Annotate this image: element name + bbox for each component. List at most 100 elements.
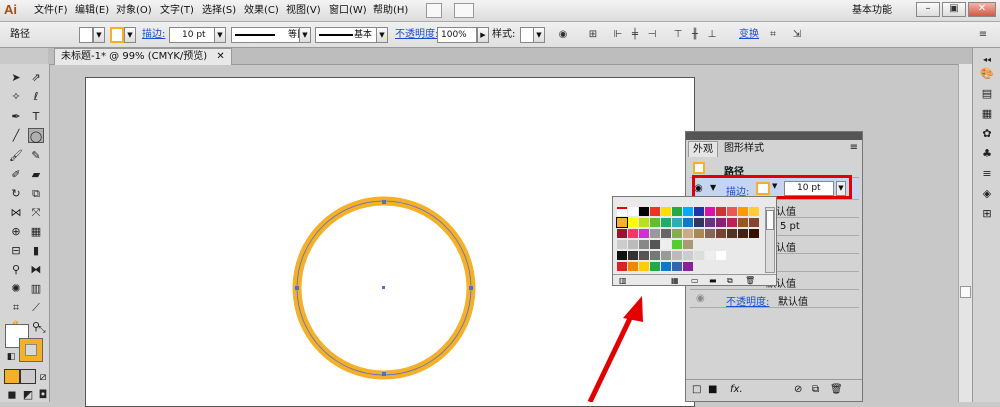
add-fill-icon[interactable]: ■: [708, 384, 717, 395]
swatch-cell[interactable]: [727, 229, 737, 238]
tab-appearance[interactable]: 外观: [688, 141, 718, 157]
shape-builder-icon[interactable]: ⊕: [8, 224, 24, 239]
eraser-icon[interactable]: ▰: [28, 167, 44, 182]
swatch-cell[interactable]: [705, 218, 715, 227]
swatch-cell[interactable]: [716, 207, 726, 216]
paintbrush-icon[interactable]: 🖌: [8, 148, 24, 163]
opacity-field[interactable]: 100%: [437, 27, 477, 43]
swatch-cell[interactable]: [672, 262, 682, 271]
brush-dropdown[interactable]: ▼: [376, 27, 388, 43]
minimize-button[interactable]: –: [916, 2, 940, 17]
fill-dropdown[interactable]: ▼: [93, 27, 105, 43]
menu-file[interactable]: 文件(F): [34, 0, 68, 22]
swatch-cell[interactable]: [661, 251, 671, 260]
align-left-icon[interactable]: ⊩: [611, 28, 625, 42]
swatch-cell[interactable]: [716, 229, 726, 238]
gradient-mode-icon[interactable]: [20, 369, 36, 384]
swatch-cell[interactable]: [705, 251, 715, 260]
rotate-tool-icon[interactable]: ↻: [8, 186, 24, 201]
swatch-cell[interactable]: [716, 251, 726, 260]
add-stroke-icon[interactable]: □: [692, 384, 701, 395]
eyedropper-icon[interactable]: ⚲: [8, 262, 24, 277]
gradient-tool-icon[interactable]: ▮: [28, 243, 44, 258]
panel-titlebar[interactable]: [686, 132, 862, 140]
opacity-eye-icon[interactable]: ◉: [696, 293, 705, 304]
swatch-cell[interactable]: [672, 207, 682, 216]
swatch-cell[interactable]: [650, 251, 660, 260]
new-swatch-icon[interactable]: ⧉: [727, 276, 733, 286]
swatch-cell[interactable]: [727, 218, 737, 227]
draw-normal-icon[interactable]: ◼: [4, 387, 20, 402]
swatch-cell[interactable]: [661, 207, 671, 216]
align-center-icon[interactable]: ╪: [628, 28, 642, 42]
none-mode-icon[interactable]: ⧄: [35, 369, 51, 384]
perspective-grid-icon[interactable]: ⊟: [8, 243, 24, 258]
control-menu-icon[interactable]: ≡: [976, 28, 990, 42]
lasso-icon[interactable]: ℓ: [28, 89, 44, 104]
menu-effect[interactable]: 效果(C): [244, 0, 279, 22]
swatch-cell[interactable]: [650, 229, 660, 238]
menu-window[interactable]: 窗口(W): [329, 0, 367, 22]
swatch-cell[interactable]: [650, 207, 660, 216]
menu-view[interactable]: 视图(V): [286, 0, 321, 22]
swatch-cell[interactable]: [639, 251, 649, 260]
swatch-cell[interactable]: [639, 218, 649, 227]
graph-tool-icon[interactable]: ▥: [28, 281, 44, 296]
swatch-cell[interactable]: [639, 240, 649, 249]
swatch-cell[interactable]: [694, 229, 704, 238]
symbol-sprayer-icon[interactable]: ✺: [8, 281, 24, 296]
swatch-scroll-thumb[interactable]: [766, 210, 774, 230]
delete-swatch-icon[interactable]: 🗑: [745, 276, 755, 285]
opacity-link[interactable]: 不透明度:: [395, 22, 438, 48]
swatch-kind-icon[interactable]: ▦: [671, 276, 679, 285]
blend-tool-icon[interactable]: ⧓: [28, 262, 44, 277]
swatch-library-icon[interactable]: ▥: [619, 276, 627, 285]
blob-brush-icon[interactable]: ✐: [8, 167, 24, 182]
swatch-cell[interactable]: [650, 240, 660, 249]
close-button[interactable]: ✕: [968, 2, 996, 17]
swatch-cell[interactable]: [639, 229, 649, 238]
menu-select[interactable]: 选择(S): [202, 0, 236, 22]
swatch-cell[interactable]: [727, 207, 737, 216]
stroke-panel-icon[interactable]: ≡: [979, 166, 995, 182]
swatch-cell[interactable]: [683, 251, 693, 260]
draw-behind-icon[interactable]: ◩: [20, 387, 36, 402]
swatch-cell[interactable]: [738, 207, 748, 216]
swatch-cell[interactable]: [749, 229, 759, 238]
free-transform-icon[interactable]: ⤧: [28, 205, 44, 220]
width-tool-icon[interactable]: ⋈: [8, 205, 24, 220]
swatch-cell[interactable]: [628, 251, 638, 260]
swatch-cell[interactable]: [617, 240, 627, 249]
swatch-cell[interactable]: [694, 218, 704, 227]
recolor-artwork-icon[interactable]: ◉: [556, 28, 570, 42]
opacity-dropdown[interactable]: ▶: [477, 27, 489, 43]
transform-link[interactable]: 变换: [739, 22, 759, 48]
transform-options-icon[interactable]: ⇲: [790, 28, 804, 42]
clear-appearance-icon[interactable]: ⊘: [794, 384, 802, 395]
menu-help[interactable]: 帮助(H): [373, 0, 408, 22]
swatch-cell[interactable]: [628, 207, 638, 216]
swap-fill-stroke-icon[interactable]: ⤡: [34, 323, 50, 338]
scrollbar-thumb[interactable]: [960, 286, 971, 298]
magic-wand-icon[interactable]: ✧: [8, 89, 24, 104]
delete-item-icon[interactable]: 🗑: [830, 384, 843, 395]
swatch-cell[interactable]: [617, 207, 627, 216]
duplicate-item-icon[interactable]: ⧉: [812, 384, 819, 395]
fill-swatch[interactable]: [79, 27, 93, 43]
profile-dropdown[interactable]: ▼: [299, 27, 311, 43]
swatch-cell[interactable]: [683, 218, 693, 227]
swatch-cell[interactable]: [617, 229, 627, 238]
stroke-link[interactable]: 描边:: [142, 22, 165, 48]
swatch-cell[interactable]: [683, 207, 693, 216]
align-to-icon[interactable]: ⊞: [586, 28, 600, 42]
line-tool-icon[interactable]: ╱: [8, 128, 24, 143]
artboard-tool-icon[interactable]: ⌗: [8, 300, 24, 315]
swatch-cell[interactable]: [639, 262, 649, 271]
slice-tool-icon[interactable]: ⟋: [28, 300, 44, 315]
close-tab-icon[interactable]: ✕: [216, 51, 224, 62]
stroke-dropdown[interactable]: ▼: [124, 27, 136, 43]
bridge-icon[interactable]: [426, 3, 442, 18]
swatch-cell[interactable]: [661, 229, 671, 238]
swatch-cell[interactable]: [639, 207, 649, 216]
ellipse-tool-icon[interactable]: ◯: [28, 128, 44, 143]
